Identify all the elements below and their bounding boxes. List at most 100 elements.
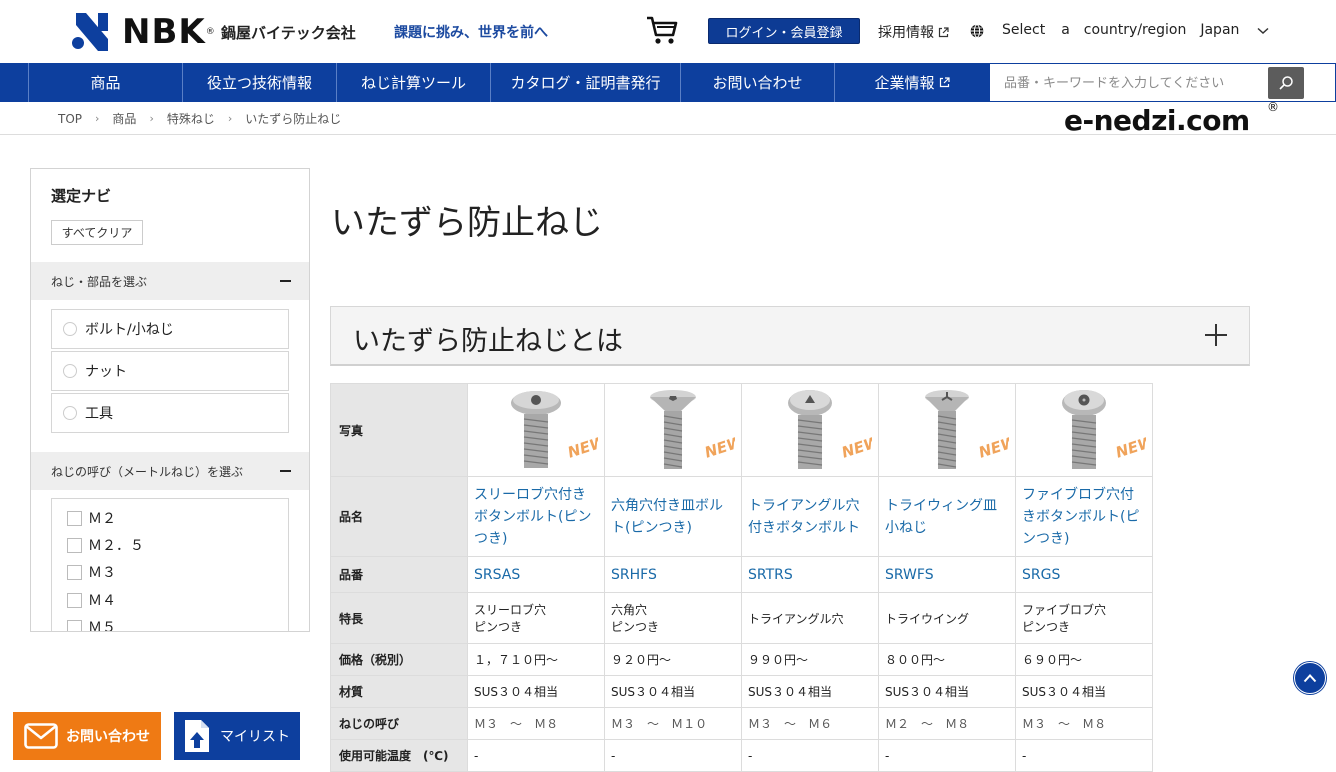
logo-registered-mark: ® [205,27,215,37]
material-cell: SUS３０４相当 [1015,675,1153,708]
cart-icon[interactable] [646,15,678,45]
radio-tool[interactable]: 工具 [51,393,289,433]
size-from: Ｍ２ [885,717,910,731]
product-photo[interactable]: NEW [467,383,605,477]
size-cell: Ｍ２ 〜 Ｍ８ [878,707,1016,740]
breadcrumb-separator-icon: › [95,112,100,125]
product-code-link[interactable]: SRWFS [885,567,934,583]
collapse-minus-icon [280,470,291,472]
size-sep: 〜 [921,717,934,731]
nbk-logo[interactable]: NBK ® [70,12,215,52]
price-cell: １，７１０円〜 [467,643,605,676]
product-name-link[interactable]: トライアングル穴付きボタンボルト [748,498,860,536]
row-label: 使用可能温度 (℃) [330,739,468,772]
material-cell: SUS３０４相当 [604,675,742,708]
table-row-material: 材質 SUS３０４相当 SUS３０４相当 SUS３０４相当 SUS３０４相当 S… [330,675,1153,708]
nav-item-catalog[interactable]: カタログ・証明書発行 [490,63,680,102]
recruit-link[interactable]: 採用情報 [878,22,949,42]
product-code-cell: SRWFS [878,556,1016,593]
row-label: 品名 [330,476,468,557]
radio-nut[interactable]: ナット [51,351,289,391]
breadcrumb-top[interactable]: TOP [58,112,82,126]
nav-item-company[interactable]: 企業情報 [834,63,989,102]
recruit-label: 採用情報 [878,25,934,41]
checkbox-m3[interactable]: Ｍ３ [67,562,116,582]
screw-fivelobe-head-image: NEW [1062,390,1146,469]
price-cell: ６９０円〜 [1015,643,1153,676]
product-name-link[interactable]: トライウィング皿小ねじ [885,498,997,536]
radio-bolt[interactable]: ボルト/小ねじ [51,309,289,349]
nav-item-contact[interactable]: お問い合わせ [680,63,834,102]
product-code-link[interactable]: SRTRS [748,567,793,583]
product-photo[interactable]: NEW [604,383,742,477]
section-select-parts[interactable]: ねじ・部品を選ぶ [31,262,309,300]
product-photo[interactable]: NEW [741,383,879,477]
product-photo[interactable]: NEW [1015,383,1153,477]
feature-cell: トライアングル穴 [741,592,879,644]
nav-label: ねじ計算ツール [360,74,466,92]
external-link-icon [938,26,949,37]
section-label: ねじ・部品を選ぶ [51,274,148,289]
nav-label: カタログ・証明書発行 [510,74,661,92]
temp-cell: - [741,739,879,772]
feature-cell: スリーロブ穴 ピンつき [467,592,605,644]
nav-label: お問い合わせ [712,74,803,92]
product-spec-table: 写真 NEW NEW NEW NEW NEW 品名 スリーロブ穴付きボタンボルト… [330,383,1153,772]
product-name-link[interactable]: スリーロブ穴付きボタンボルト(ピンつき) [474,487,591,547]
product-name-cell: 六角穴付き皿ボルト(ピンつき) [604,476,742,557]
scroll-to-top-button[interactable] [1294,662,1326,694]
radio-circle-icon [63,364,77,378]
new-badge: NEW [565,432,598,462]
globe-icon [970,24,984,38]
screw-triwing-head-image: NEW [925,390,1009,469]
checkbox-icon [67,564,82,580]
row-label: 特長 [330,592,468,644]
product-name-link[interactable]: ファイブロブ穴付きボタンボルト(ピンつき) [1022,487,1139,547]
search-button[interactable] [1268,67,1304,99]
radio-label: ナット [85,364,127,380]
checkbox-m4[interactable]: Ｍ４ [67,590,116,610]
product-code-link[interactable]: SRGS [1022,567,1060,583]
section-select-thread-size[interactable]: ねじの呼び（メートルねじ）を選ぶ [31,452,309,490]
nav-item-tech-info[interactable]: 役立つ技術情報 [182,63,336,102]
temp-cell: - [878,739,1016,772]
enedzi-logo[interactable]: e-nedzi.com [1064,104,1250,137]
selection-navi-sidebar: 選定ナビ すべてクリア ねじ・部品を選ぶ ボルト/小ねじ ナット 工具 ねじの呼… [30,168,310,632]
material-cell: SUS３０４相当 [741,675,879,708]
new-badge: NEW [976,432,1009,462]
login-register-button[interactable]: ログイン・会員登録 [708,18,860,44]
material-cell: SUS３０４相当 [878,675,1016,708]
nav-item-calc-tools[interactable]: ねじ計算ツール [336,63,490,102]
product-name-cell: スリーロブ穴付きボタンボルト(ピンつき) [467,476,605,557]
top-header: NBK ® 鍋屋バイテック会社 課題に挑み、世界を前へ ログイン・会員登録 採用情… [0,0,1336,63]
about-accordion[interactable]: いたずら防止ねじとは [330,306,1250,366]
clear-all-button[interactable]: すべてクリア [51,220,143,245]
floating-contact-button[interactable]: お問い合わせ [13,712,161,760]
breadcrumb-products[interactable]: 商品 [112,110,136,127]
screw-flat-head-image: NEW [650,390,735,469]
size-sep: 〜 [1058,717,1071,731]
country-selector[interactable]: Select a country/region Japan [1002,22,1239,38]
chevron-down-icon[interactable] [1257,27,1269,35]
nav-item-products[interactable]: 商品 [28,63,182,102]
search-input[interactable] [1004,73,1254,93]
table-row-photo: 写真 NEW NEW NEW NEW NEW [330,383,1153,477]
table-row-price: 価格（税別） １，７１０円〜 ９２０円〜 ９９０円〜 ８００円〜 ６９０円〜 [330,643,1153,676]
product-name-link[interactable]: 六角穴付き皿ボルト(ピンつき) [611,498,723,536]
product-code-link[interactable]: SRSAS [474,567,520,583]
product-photo[interactable]: NEW [878,383,1016,477]
size-from: Ｍ３ [748,717,773,731]
nav-label: 企業情報 [874,74,935,92]
search-box [989,63,1336,102]
thread-size-list[interactable]: Ｍ２ Ｍ２．５ Ｍ３ Ｍ４ Ｍ５ [51,498,289,631]
floating-mylist-button[interactable]: マイリスト [174,712,300,760]
product-name-cell: ファイブロブ穴付きボタンボルト(ピンつき) [1015,476,1153,557]
checkbox-m2-5[interactable]: Ｍ２．５ [67,535,144,555]
feature-cell: トライウイング [878,592,1016,644]
breadcrumb-special-screws[interactable]: 特殊ねじ [167,110,215,127]
checkbox-m5[interactable]: Ｍ５ [67,617,116,631]
checkbox-icon [67,537,82,553]
checkbox-m2[interactable]: Ｍ２ [67,508,116,528]
product-code-link[interactable]: SRHFS [611,567,657,583]
temp-cell: - [467,739,605,772]
